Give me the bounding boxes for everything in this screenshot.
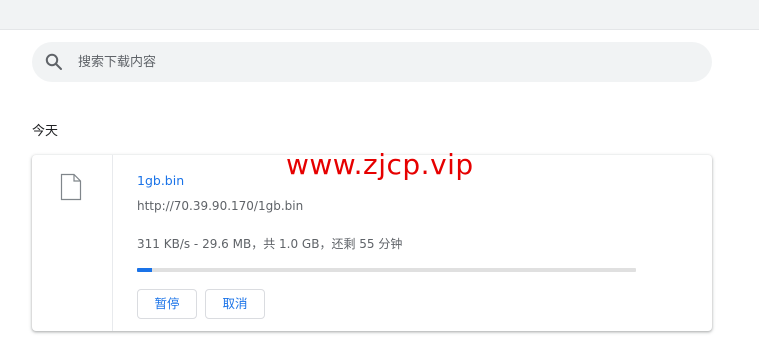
search-input[interactable] (78, 50, 678, 74)
file-icon (60, 173, 82, 201)
search-icon[interactable] (44, 52, 64, 72)
search-bar[interactable] (32, 42, 712, 82)
download-progress-bar (137, 268, 636, 272)
download-status-text: 311 KB/s - 29.6 MB，共 1.0 GB，还剩 55 分钟 (137, 237, 403, 251)
watermark-text: www.zjcp.vip (286, 148, 474, 181)
file-name-link[interactable]: 1gb.bin (137, 173, 184, 188)
date-section-heading: 今天 (32, 124, 59, 139)
cancel-button[interactable]: 取消 (205, 289, 265, 319)
pause-button[interactable]: 暂停 (137, 289, 197, 319)
download-progress-fill (137, 268, 152, 272)
file-icon-column (32, 155, 113, 331)
file-source-url: http://70.39.90.170/1gb.bin (137, 199, 304, 213)
download-item-card: 1gb.bin http://70.39.90.170/1gb.bin 311 … (32, 155, 712, 331)
top-toolbar-strip (0, 0, 759, 30)
